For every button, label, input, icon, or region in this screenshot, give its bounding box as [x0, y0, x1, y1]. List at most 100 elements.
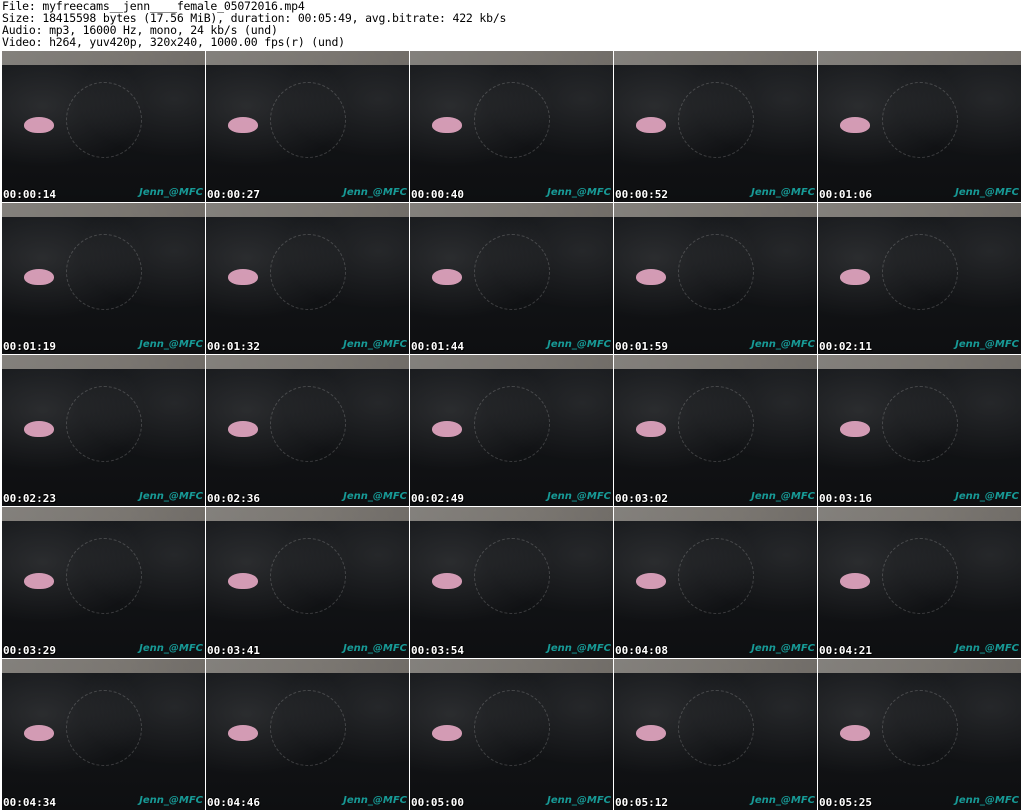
frame-watermark: Jenn_@MFC	[955, 339, 1019, 350]
frame-content-placeholder	[269, 690, 346, 767]
pink-plush-toy	[636, 117, 666, 133]
frame-timestamp: 00:02:49	[411, 492, 464, 505]
video-frame-thumbnail[interactable]: Jenn_@MFC 00:00:27	[206, 51, 409, 202]
frame-timestamp: 00:03:41	[207, 644, 260, 657]
frame-timestamp: 00:02:23	[3, 492, 56, 505]
frame-content-placeholder	[881, 538, 958, 615]
video-frame-thumbnail[interactable]: Jenn_@MFC 00:01:59	[614, 203, 817, 354]
frame-timestamp: 00:01:59	[615, 340, 668, 353]
pink-plush-toy	[228, 573, 258, 589]
pink-plush-toy	[840, 269, 870, 285]
video-frame-thumbnail[interactable]: Jenn_@MFC 00:03:54	[410, 507, 613, 658]
video-frame-thumbnail[interactable]: Jenn_@MFC 00:01:32	[206, 203, 409, 354]
pink-plush-toy	[432, 421, 462, 437]
video-frame-thumbnail[interactable]: Jenn_@MFC 00:00:52	[614, 51, 817, 202]
pink-plush-toy	[228, 421, 258, 437]
video-frame-thumbnail[interactable]: Jenn_@MFC 00:02:49	[410, 355, 613, 506]
video-frame-thumbnail[interactable]: Jenn_@MFC 00:03:16	[818, 355, 1021, 506]
video-frame-thumbnail[interactable]: Jenn_@MFC 00:04:46	[206, 659, 409, 810]
video-frame-thumbnail[interactable]: Jenn_@MFC 00:04:34	[2, 659, 205, 810]
video-frame-thumbnail[interactable]: Jenn_@MFC 00:00:14	[2, 51, 205, 202]
frame-timestamp: 00:00:14	[3, 188, 56, 201]
frame-watermark: Jenn_@MFC	[343, 339, 407, 350]
pink-plush-toy	[24, 421, 54, 437]
video-frame-thumbnail[interactable]: Jenn_@MFC 00:03:02	[614, 355, 817, 506]
frame-content-placeholder	[269, 386, 346, 463]
frame-watermark: Jenn_@MFC	[547, 339, 611, 350]
frame-content-placeholder	[677, 234, 754, 311]
frame-watermark: Jenn_@MFC	[955, 491, 1019, 502]
frame-watermark: Jenn_@MFC	[547, 795, 611, 806]
frame-watermark: Jenn_@MFC	[955, 643, 1019, 654]
video-frame-thumbnail[interactable]: Jenn_@MFC 00:05:12	[614, 659, 817, 810]
video-frame-thumbnail[interactable]: Jenn_@MFC 00:03:29	[2, 507, 205, 658]
video-frame-thumbnail[interactable]: Jenn_@MFC 00:01:44	[410, 203, 613, 354]
frame-watermark: Jenn_@MFC	[955, 795, 1019, 806]
frame-content-placeholder	[473, 234, 550, 311]
frame-watermark: Jenn_@MFC	[139, 491, 203, 502]
frame-content-placeholder	[677, 82, 754, 159]
video-frame-thumbnail[interactable]: Jenn_@MFC 00:02:36	[206, 355, 409, 506]
pink-plush-toy	[840, 117, 870, 133]
frame-watermark: Jenn_@MFC	[547, 187, 611, 198]
pink-plush-toy	[24, 117, 54, 133]
frame-watermark: Jenn_@MFC	[343, 795, 407, 806]
frame-watermark: Jenn_@MFC	[547, 491, 611, 502]
frame-content-placeholder	[269, 538, 346, 615]
pink-plush-toy	[432, 269, 462, 285]
pink-plush-toy	[840, 421, 870, 437]
frame-watermark: Jenn_@MFC	[139, 643, 203, 654]
frame-watermark: Jenn_@MFC	[343, 491, 407, 502]
frame-watermark: Jenn_@MFC	[751, 187, 815, 198]
frame-watermark: Jenn_@MFC	[751, 643, 815, 654]
video-info-line: Video: h264, yuv420p, 320x240, 1000.00 f…	[2, 35, 345, 49]
pink-plush-toy	[636, 269, 666, 285]
video-frame-thumbnail[interactable]: Jenn_@MFC 00:00:40	[410, 51, 613, 202]
pink-plush-toy	[24, 573, 54, 589]
frame-watermark: Jenn_@MFC	[751, 491, 815, 502]
pink-plush-toy	[840, 725, 870, 741]
video-frame-thumbnail[interactable]: Jenn_@MFC 00:02:23	[2, 355, 205, 506]
video-frame-thumbnail[interactable]: Jenn_@MFC 00:01:06	[818, 51, 1021, 202]
frame-timestamp: 00:00:27	[207, 188, 260, 201]
frame-content-placeholder	[881, 82, 958, 159]
frame-watermark: Jenn_@MFC	[547, 643, 611, 654]
frame-watermark: Jenn_@MFC	[751, 795, 815, 806]
frame-content-placeholder	[677, 690, 754, 767]
frame-timestamp: 00:01:19	[3, 340, 56, 353]
video-frame-thumbnail[interactable]: Jenn_@MFC 00:05:00	[410, 659, 613, 810]
frame-content-placeholder	[473, 690, 550, 767]
video-frame-thumbnail[interactable]: Jenn_@MFC 00:01:19	[2, 203, 205, 354]
frame-timestamp: 00:04:08	[615, 644, 668, 657]
pink-plush-toy	[432, 117, 462, 133]
pink-plush-toy	[24, 269, 54, 285]
frame-content-placeholder	[473, 386, 550, 463]
pink-plush-toy	[636, 421, 666, 437]
frame-watermark: Jenn_@MFC	[139, 795, 203, 806]
video-frame-thumbnail[interactable]: Jenn_@MFC 00:02:11	[818, 203, 1021, 354]
frame-content-placeholder	[269, 234, 346, 311]
frame-content-placeholder	[677, 386, 754, 463]
frame-timestamp: 00:01:44	[411, 340, 464, 353]
video-frame-thumbnail[interactable]: Jenn_@MFC 00:03:41	[206, 507, 409, 658]
frame-content-placeholder	[65, 82, 142, 159]
frame-timestamp: 00:00:40	[411, 188, 464, 201]
pink-plush-toy	[432, 573, 462, 589]
frame-content-placeholder	[881, 386, 958, 463]
frame-timestamp: 00:02:36	[207, 492, 260, 505]
video-frame-thumbnail[interactable]: Jenn_@MFC 00:04:21	[818, 507, 1021, 658]
pink-plush-toy	[24, 725, 54, 741]
frame-timestamp: 00:04:34	[3, 796, 56, 809]
frame-timestamp: 00:05:12	[615, 796, 668, 809]
video-frame-thumbnail[interactable]: Jenn_@MFC 00:04:08	[614, 507, 817, 658]
frame-content-placeholder	[473, 82, 550, 159]
frame-timestamp: 00:02:11	[819, 340, 872, 353]
frame-content-placeholder	[65, 538, 142, 615]
frame-content-placeholder	[473, 538, 550, 615]
pink-plush-toy	[228, 117, 258, 133]
frame-watermark: Jenn_@MFC	[343, 643, 407, 654]
pink-plush-toy	[636, 573, 666, 589]
frame-watermark: Jenn_@MFC	[751, 339, 815, 350]
frame-content-placeholder	[881, 234, 958, 311]
video-frame-thumbnail[interactable]: Jenn_@MFC 00:05:25	[818, 659, 1021, 810]
